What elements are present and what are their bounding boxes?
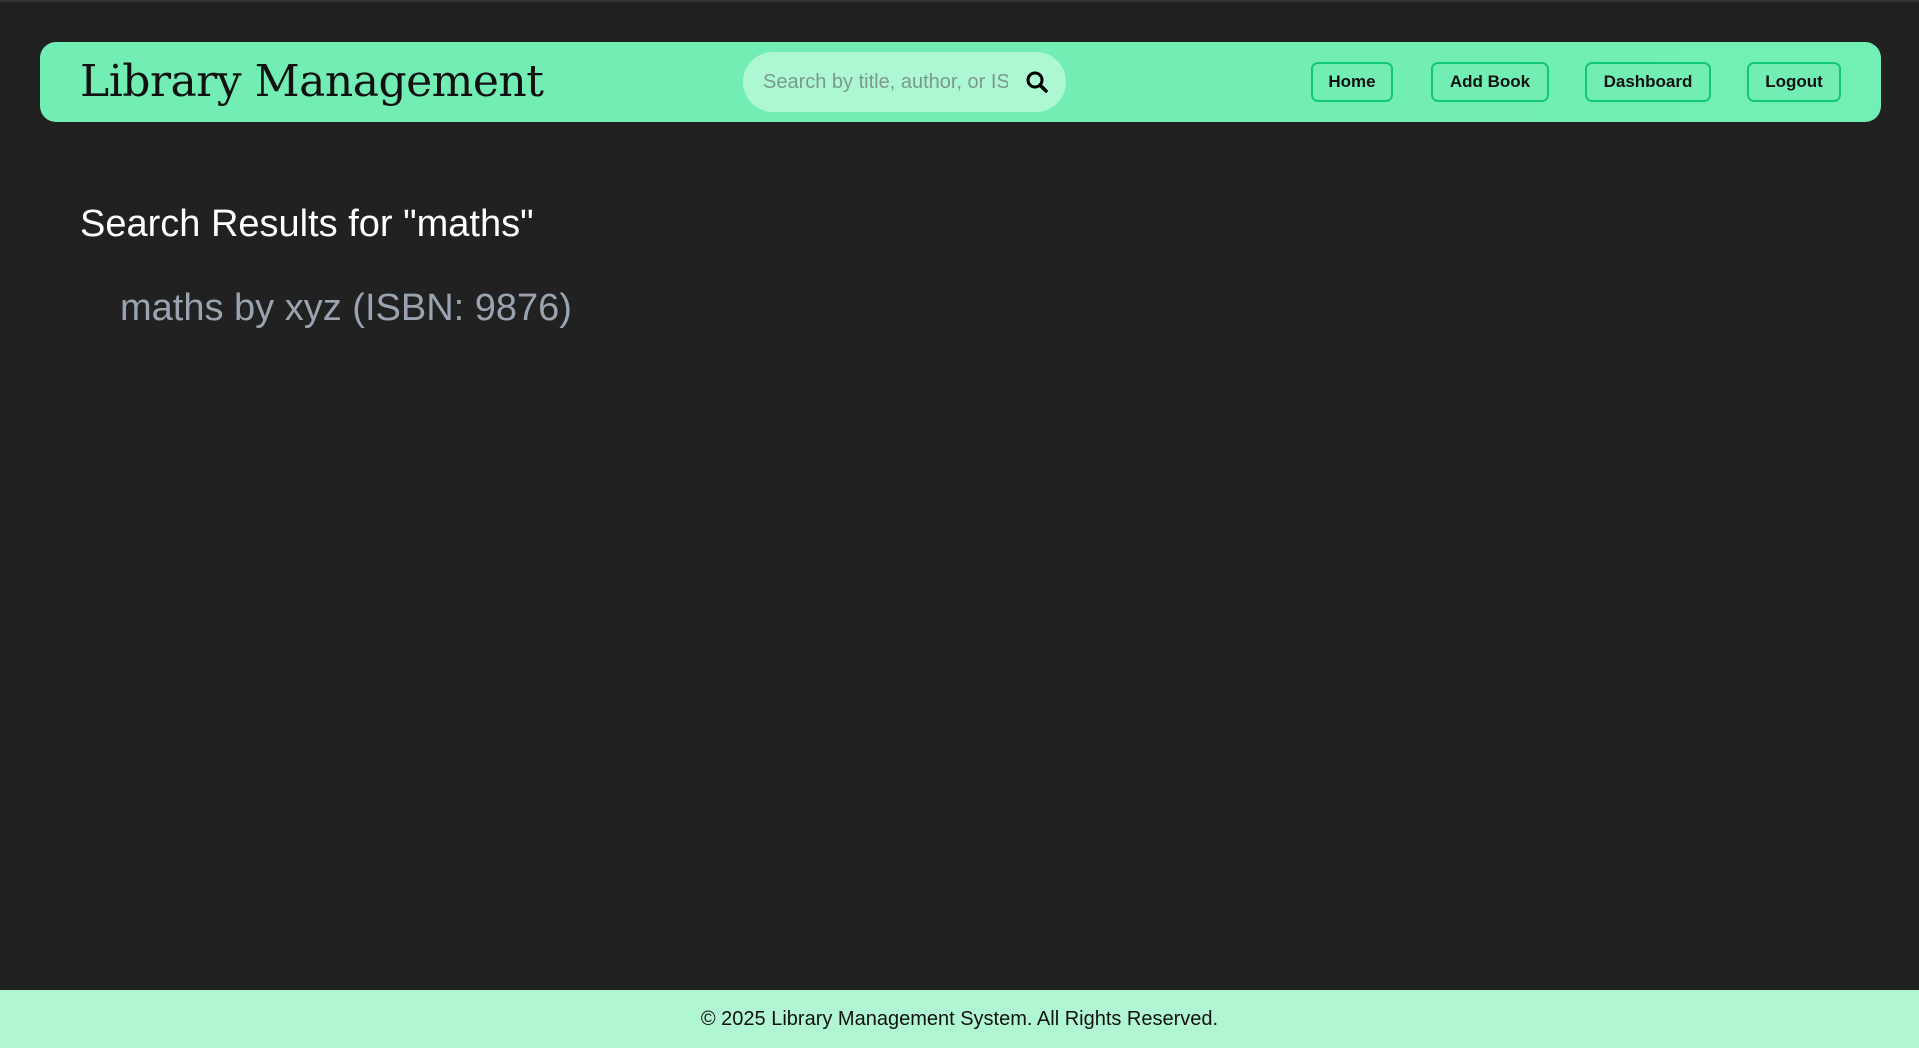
search-button[interactable] — [1023, 68, 1051, 96]
nav-logout-button[interactable]: Logout — [1747, 62, 1841, 102]
nav-add-book-button[interactable]: Add Book — [1431, 62, 1549, 102]
list-item: maths by xyz (ISBN: 9876) — [120, 287, 572, 329]
search-icon — [1026, 71, 1048, 93]
search-input[interactable] — [763, 68, 1008, 96]
page-title: Search Results for "maths" — [80, 203, 534, 245]
search-form — [743, 52, 1066, 112]
footer: © 2025 Library Management System. All Ri… — [0, 990, 1919, 1048]
brand-title: Library Management — [80, 56, 544, 107]
nav-home-button[interactable]: Home — [1311, 62, 1393, 102]
top-border — [0, 0, 1919, 2]
navbar: Library Management Home Add Book Dashboa… — [40, 42, 1881, 122]
nav-dashboard-button[interactable]: Dashboard — [1585, 62, 1711, 102]
search-results-list: maths by xyz (ISBN: 9876) — [120, 284, 572, 332]
footer-copyright: © 2025 Library Management System. All Ri… — [700, 1007, 1219, 1030]
